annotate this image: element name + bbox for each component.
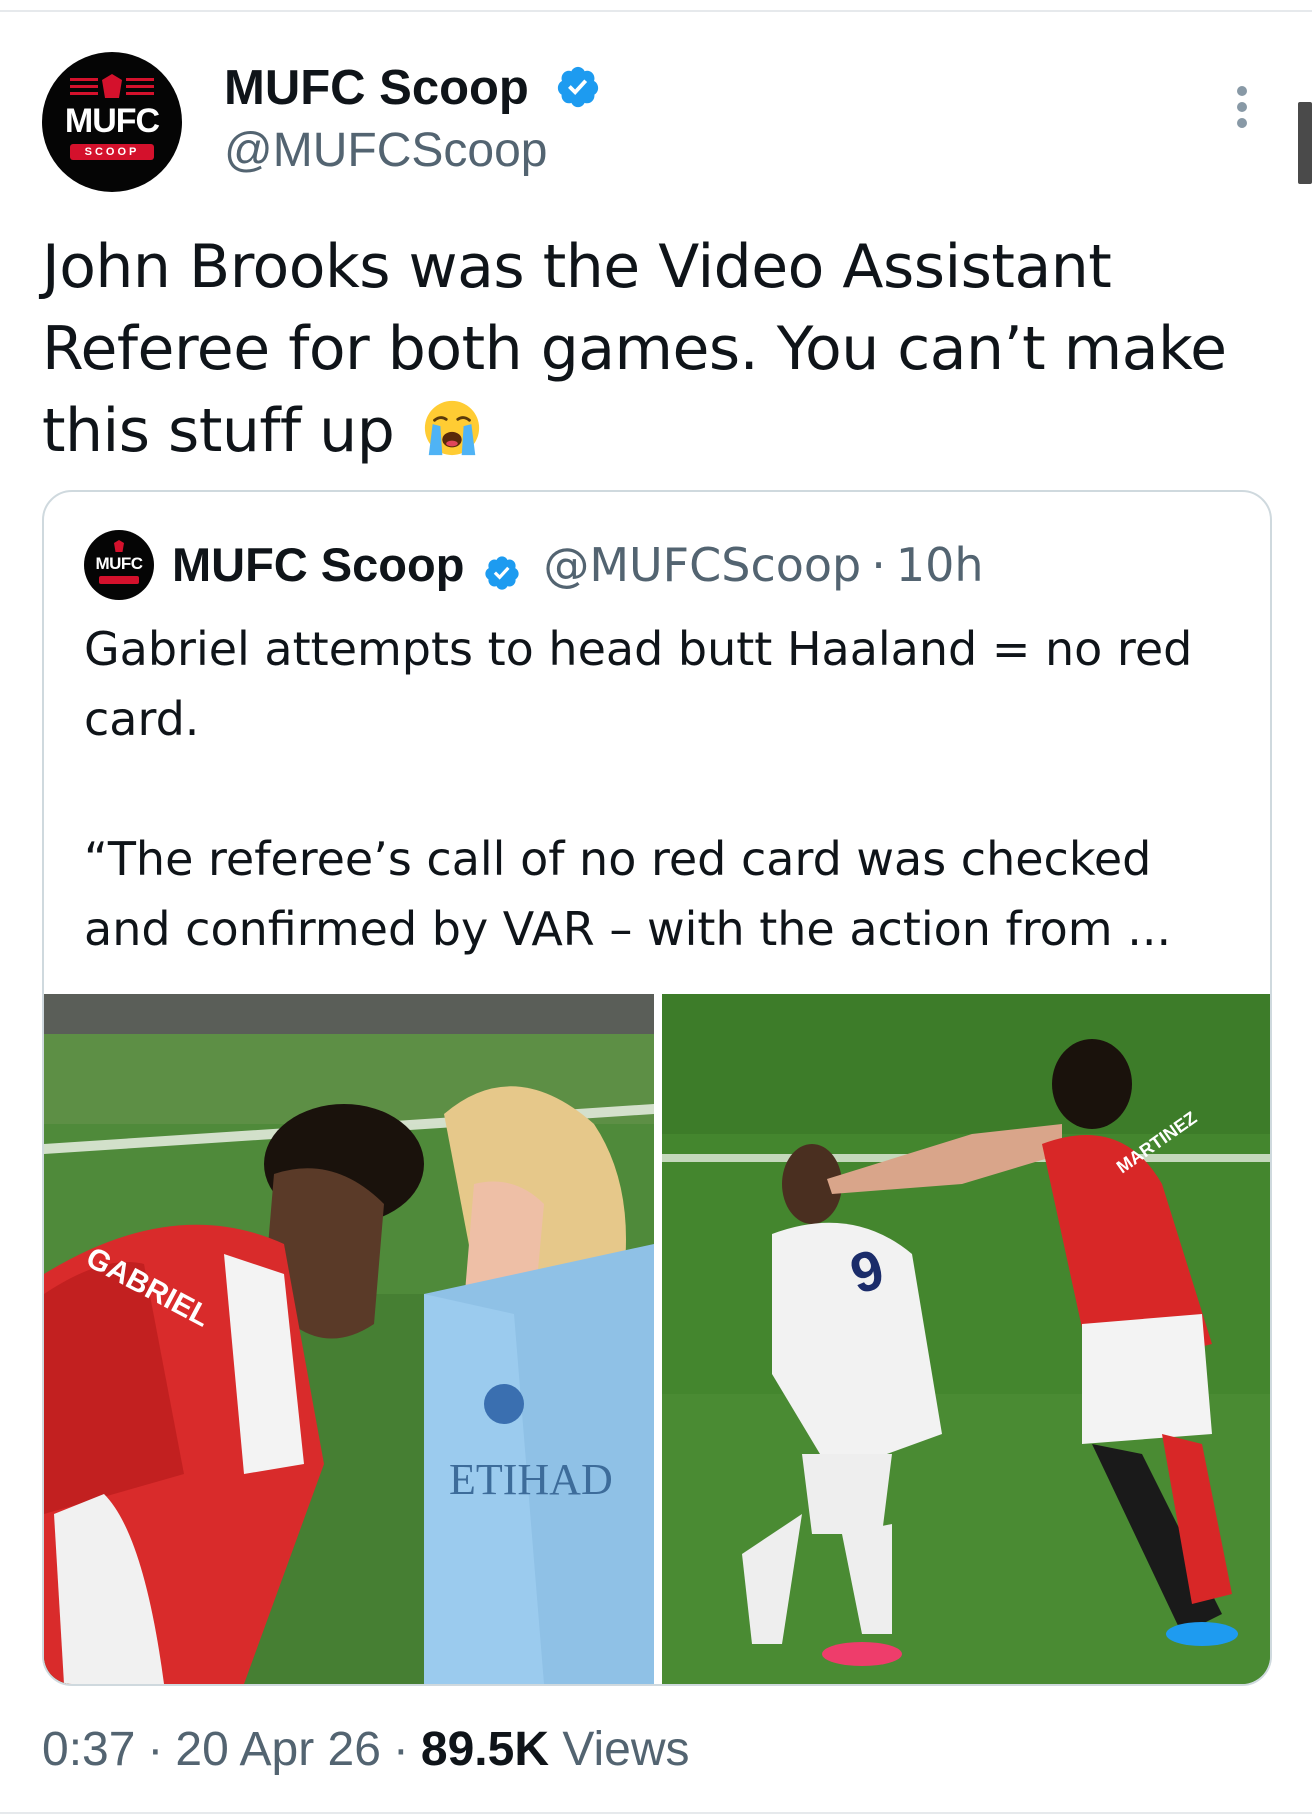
author-name-text: MUFC Scoop [224,61,529,115]
logo-stripes [126,78,154,96]
author-display-name[interactable]: MUFC Scoop [224,58,601,118]
avatar-logo-subtext [99,576,139,584]
quoted-tweet-paragraph: Gabriel attempts to head butt Haaland = … [84,622,1193,746]
avatar-logo-text: MUFC [64,102,160,140]
quoted-tweet-header: MUFC Scoop @MUFCScoop · 10h [172,532,984,610]
verified-badge-icon [557,66,598,108]
tweet-text: John Brooks was the Video Assistant Refe… [42,226,1272,472]
tweet-meta: 0:37 · 20 Apr 26 · 89.5K Views [42,1718,690,1782]
separator-dot: · [147,1723,164,1776]
media-image-left[interactable]: ETIHAD GABRIEL [44,994,654,1684]
crest-badge [484,1384,524,1424]
quoted-tweet-card[interactable]: MUFC MUFC Scoop @MUFCScoop · 10h Gabriel a… [42,490,1272,1686]
more-options-icon[interactable] [1232,86,1252,134]
top-divider [0,10,1312,12]
separator-dot: · [392,1723,409,1776]
quoted-tweet-text: Gabriel attempts to head butt Haaland = … [84,614,1234,1034]
avatar-logo-subtext: SCOOP [70,144,154,160]
verified-badge-icon [485,556,519,590]
tweet-body: John Brooks was the Video Assistant Refe… [42,232,1227,466]
scrollbar[interactable] [1298,102,1312,184]
separator-dot: · [871,538,886,592]
tweet-time[interactable]: 0:37 [42,1723,135,1776]
views-count[interactable]: 89.5K [421,1723,549,1776]
tweet-date[interactable]: 20 Apr 26 [175,1723,381,1776]
quoted-author-avatar[interactable]: MUFC [84,530,154,600]
views-label: Views [562,1723,690,1776]
crest-icon [102,74,122,98]
quoted-tweet-paragraph: “The referee’s call of no red card was c… [84,832,1172,956]
avatar-logo-text: MUFC [95,554,143,573]
loudly-crying-face-icon [424,400,480,456]
crest-icon [114,540,124,552]
media-image-right[interactable]: 9 MARTINEZ [662,994,1270,1684]
bottom-divider [0,1812,1312,1814]
quoted-author-name[interactable]: MUFC Scoop [172,538,464,591]
quoted-tweet-time[interactable]: 10h [896,538,984,592]
quoted-author-handle[interactable]: @MUFCScoop [543,538,861,592]
author-avatar[interactable]: MUFC SCOOP [42,52,182,192]
author-handle[interactable]: @MUFCScoop [224,122,547,180]
sponsor-text: ETIHAD [449,1455,613,1504]
logo-stripes [70,78,98,96]
